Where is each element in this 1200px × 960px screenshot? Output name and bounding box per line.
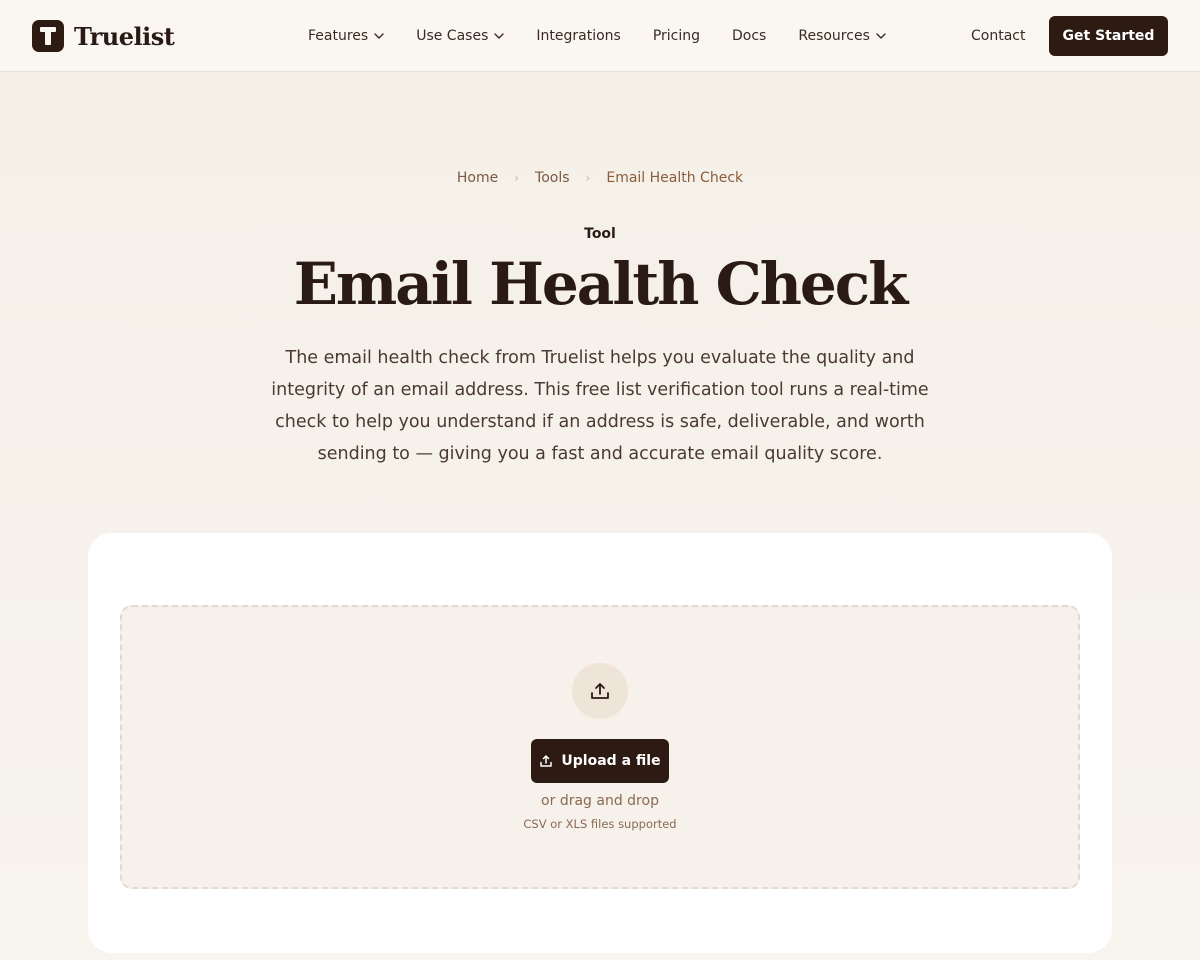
eyebrow-label: Tool [584,226,616,242]
supported-files-text: CSV or XLS files supported [523,817,677,831]
drag-drop-text: or drag and drop [541,793,659,809]
upload-file-button[interactable]: Upload a file [531,739,669,783]
page-title: Email Health Check [293,250,909,318]
upload-card: Upload a file or drag and drop CSV or XL… [88,533,1112,953]
breadcrumb-current: Email Health Check [606,170,744,186]
contact-link[interactable]: Contact [971,0,1025,72]
nav-item-features[interactable]: Features [308,28,384,44]
nav-item-label: Resources [798,28,870,44]
nav-item-use-cases[interactable]: Use Cases [416,28,505,44]
nav-item-pricing[interactable]: Pricing [653,28,700,44]
nav-item-label: Docs [732,28,767,44]
breadcrumb-tools[interactable]: Tools [535,170,570,186]
site-header: Truelist Features Use Cases Integrations… [0,0,1200,72]
page-description: The email health check from Truelist hel… [271,348,929,464]
breadcrumb: Home › Tools › Email Health Check [0,170,1200,186]
logo-mark-icon [32,20,64,52]
chevron-down-icon [876,33,886,39]
main-nav: Features Use Cases Integrations Pricing … [308,0,918,72]
chevron-down-icon [494,33,505,39]
chevron-down-icon [374,33,384,39]
upload-icon [539,754,553,768]
nav-item-label: Integrations [536,28,621,44]
nav-item-docs[interactable]: Docs [732,28,766,44]
nav-item-integrations[interactable]: Integrations [536,28,620,44]
chevron-right-icon: › [585,171,591,185]
upload-button-label: Upload a file [561,753,661,769]
upload-icon [572,663,628,719]
logo-text: Truelist [74,21,175,51]
logo[interactable]: Truelist [32,19,175,53]
breadcrumb-home[interactable]: Home [457,170,498,186]
chevron-right-icon: › [514,171,520,185]
nav-item-label: Use Cases [416,28,489,44]
file-dropzone[interactable]: Upload a file or drag and drop CSV or XL… [120,605,1080,889]
nav-item-label: Pricing [652,28,701,44]
nav-item-label: Features [308,28,369,44]
get-started-button[interactable]: Get Started [1049,16,1168,56]
nav-item-resources[interactable]: Resources [798,28,886,44]
